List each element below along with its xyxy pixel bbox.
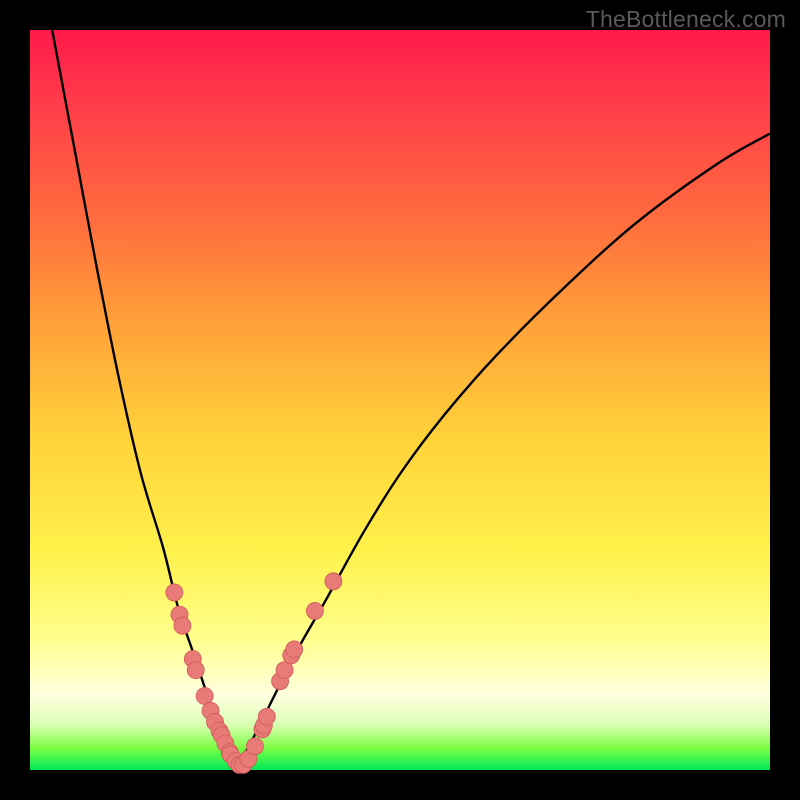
highlight-markers xyxy=(166,573,342,774)
marker-point xyxy=(166,584,183,601)
marker-point xyxy=(286,641,303,658)
left-curve xyxy=(52,30,237,766)
chart-plot-area xyxy=(30,30,770,770)
marker-point xyxy=(187,662,204,679)
chart-svg xyxy=(30,30,770,770)
marker-point xyxy=(258,708,275,725)
marker-point xyxy=(246,738,263,755)
marker-point xyxy=(306,602,323,619)
marker-point xyxy=(174,617,191,634)
right-curve xyxy=(237,134,770,767)
watermark-text: TheBottleneck.com xyxy=(586,6,786,33)
marker-point xyxy=(325,573,342,590)
